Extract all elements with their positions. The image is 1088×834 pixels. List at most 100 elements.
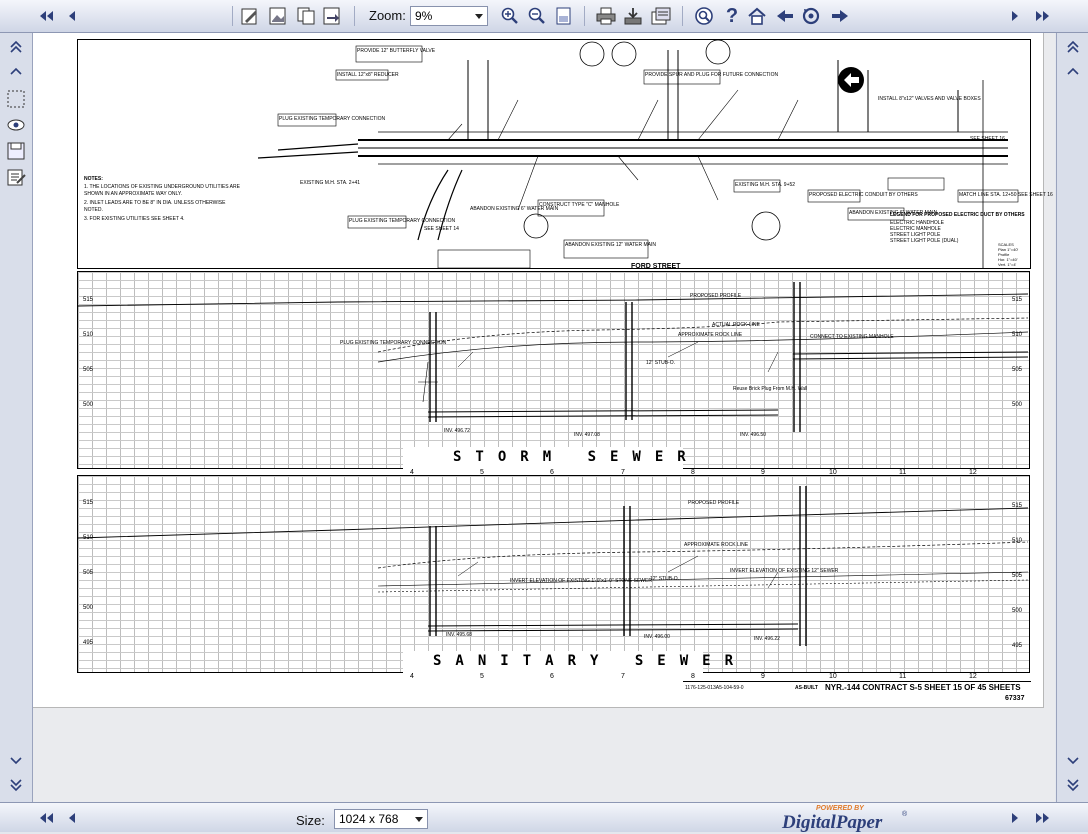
profile-callout: 12" STUB-O. [650,576,680,582]
title-block: 1176-125-013A5-104-59-0 AS-BUILT NYR.-14… [683,681,1031,696]
previous-page-icon[interactable] [62,808,82,828]
export-icon[interactable] [322,6,342,26]
profile-callout: INVERT ELEVATION OF EXISTING 12" SEWER [730,568,839,574]
zoom-in-icon[interactable] [500,6,520,26]
sanitary-elevation: 495 [1012,643,1023,649]
help-icon[interactable]: ? [722,5,742,27]
profile-callout: INV. 496.22 [754,636,780,642]
profile-callout: INV. 496.72 [444,428,470,434]
select-area-icon[interactable] [6,89,26,109]
profile-callout: PROPOSED PROFILE [688,500,740,506]
station-number: 11 [899,673,907,680]
storm-elevation: 515 [83,297,94,303]
download-icon[interactable] [623,6,643,26]
plan-callout: SEE SHEET 16 [970,136,1005,142]
first-page-icon[interactable] [36,808,56,828]
size-label: Size: [296,813,325,828]
size-value: 1024 x 768 [339,812,399,826]
plan-callout: PROVIDE SPUR AND PLUG FOR FUTURE CONNECT… [645,72,779,78]
note-item: 1. THE LOCATIONS OF EXISTING UNDERGROUND… [84,184,240,197]
home-icon[interactable] [747,6,767,26]
scroll-top-icon[interactable] [6,37,26,57]
sanitary-elevation: 500 [83,605,94,611]
document-viewer[interactable]: PROVIDE 12" BUTTERFLY VALVE INSTALL 12"x… [33,33,1055,802]
storm-profile: PROPOSED PROFILE ACTUAL ROCK LINE APPROX… [77,271,1030,469]
sanitary-elevation: 505 [83,570,94,576]
digitalpaper-logo: POWERED BY DigitalPaper ® [782,805,912,833]
plan-callout: INSTALL 12"x8" REDUCER [337,72,399,78]
contract-title: NYR.-144 CONTRACT S-5 SHEET 15 OF 45 SHE… [825,683,1021,692]
profile-callout: APPROXIMATE ROCK LINE [678,332,743,338]
profile-callout: INV. 497.08 [574,432,600,438]
view-icon[interactable] [6,115,26,135]
plan-callout: PROPOSED ELECTRIC CONDUIT BY OTHERS [809,192,918,198]
plan-callout: EXISTING M.H. STA. 2+41 [300,180,361,186]
fit-page-icon[interactable] [554,6,574,26]
plan-view: PROVIDE 12" BUTTERFLY VALVE INSTALL 12"x… [77,39,1053,269]
sanitary-elevation: 495 [83,640,94,646]
storm-linework [78,282,1029,432]
forward-icon[interactable] [830,6,850,26]
storm-elevation: 500 [1012,402,1023,408]
last-page-icon[interactable] [1033,808,1053,828]
scroll-top-icon[interactable] [1063,37,1083,57]
profile-callout: ACTUAL ROCK LINE [712,322,760,328]
refresh-icon[interactable] [801,6,821,26]
image-icon[interactable] [268,6,288,26]
storm-elevation: 510 [1012,332,1023,338]
sanitary-elevation: 515 [1012,503,1023,509]
scroll-down-icon[interactable] [1063,751,1083,771]
last-page-icon[interactable] [1033,6,1053,26]
notes-icon[interactable] [6,167,26,187]
notes-block: NOTES: 1. THE LOCATIONS OF EXISTING UNDE… [84,176,244,223]
profile-callout: PROPOSED PROFILE [690,293,742,299]
size-select[interactable]: 1024 x 768 [334,809,428,829]
plan-callout: PLUG EXISTING TEMPORARY CONNECTION [279,116,386,122]
scroll-bottom-icon[interactable] [6,775,26,795]
sanitary-elevation: 505 [1012,573,1023,579]
properties-icon[interactable] [651,6,671,26]
plan-callout: PLUG EXISTING TEMPORARY CONNECTION [349,218,456,224]
plan-linework [257,40,1019,268]
chevron-down-icon [415,817,423,822]
back-icon[interactable] [775,6,795,26]
top-toolbar: Zoom: 9% ? [0,0,1088,33]
chevron-down-icon [475,14,483,19]
zoom-out-icon[interactable] [527,6,547,26]
profile-callout: PLUG EXISTING TEMPORARY CONNECTION [340,340,447,346]
first-page-icon[interactable] [36,6,56,26]
scroll-up-icon[interactable] [6,61,26,81]
station-number: 8 [691,673,695,680]
profile-callout: INV. 496.50 [740,432,766,438]
profile-callout: Reuse Brick Plug From M.H. Wall [733,386,808,392]
plan-callout: CONSTRUCT TYPE "C" MANHOLE [539,202,620,208]
scroll-bottom-icon[interactable] [1063,775,1083,795]
profile-callout: INV. 496.00 [644,634,670,640]
profile-callout: APPROXIMATE ROCK LINE [684,542,749,548]
copy-icon[interactable] [296,6,316,26]
sanitary-elevation: 500 [1012,608,1023,614]
storm-elevation: 500 [83,402,94,408]
sanitary-linework [78,486,1029,646]
scroll-down-icon[interactable] [6,751,26,771]
next-page-icon[interactable] [1005,808,1025,828]
zoom-value: 9% [415,9,433,23]
station-number: 4 [410,673,414,680]
save-icon[interactable] [6,141,26,161]
scales-block: SCALES Plan 1"=40' Profile Hor. 1"=40' V… [998,242,1028,267]
previous-page-icon[interactable] [62,6,82,26]
zoom-select[interactable]: 9% [410,6,488,26]
sheet-number: 67337 [1005,695,1025,702]
storm-elevation: 505 [1012,367,1023,373]
as-built-stamp: AS-BUILT [795,685,818,691]
plan-callout: ABANDON EXISTING 12" WATER MAIN [565,242,656,248]
street-label: FORD STREET [631,263,681,270]
annotate-icon[interactable] [240,6,260,26]
left-rail [0,33,33,802]
next-page-icon[interactable] [1005,6,1025,26]
search-icon[interactable] [694,6,714,26]
sanitary-elevation: 515 [83,500,94,506]
station-number: 10 [829,673,837,680]
print-icon[interactable] [596,6,616,26]
scroll-up-icon[interactable] [1063,61,1083,81]
